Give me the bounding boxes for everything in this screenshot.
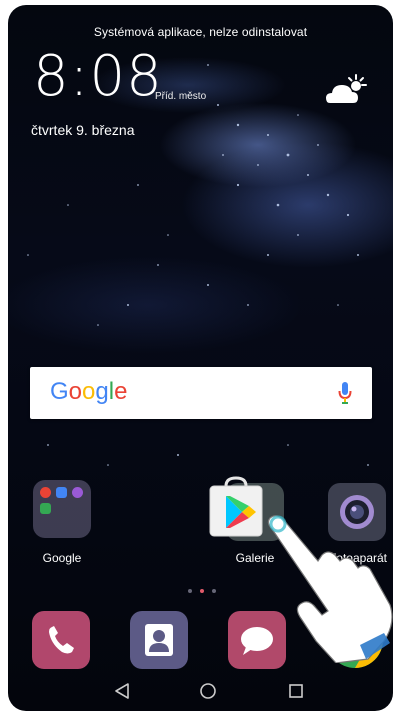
home-screen: Systémová aplikace, nelze odinstalovat 8…	[8, 5, 393, 711]
phone-icon[interactable]	[32, 611, 90, 669]
navigation-bar	[8, 671, 393, 711]
duo-mini-icon	[72, 487, 83, 498]
partly-cloudy-icon[interactable]	[324, 73, 370, 107]
contacts-icon[interactable]	[130, 611, 188, 669]
docs-mini-icon	[56, 487, 67, 498]
recents-icon[interactable]	[286, 681, 306, 701]
back-icon[interactable]	[112, 681, 132, 701]
handset-glyph	[49, 626, 74, 654]
app-label-google: Google	[42, 551, 82, 565]
home-icon[interactable]	[198, 681, 218, 701]
pointing-hand-icon	[267, 515, 393, 663]
toast-message: Systémová aplikace, nelze odinstalovat	[93, 25, 308, 39]
hangouts-mini-icon	[40, 503, 51, 514]
date-label[interactable]: čtvrtek 9. března	[31, 122, 135, 138]
clock-caption: Příd. město	[155, 91, 207, 102]
person-glyph	[145, 624, 173, 656]
page-indicator-active	[200, 589, 204, 593]
google-folder-icon[interactable]	[33, 480, 91, 538]
mic-icon[interactable]	[338, 381, 352, 405]
google-logo: Google	[50, 378, 128, 405]
google-search-bar[interactable]: Google	[30, 367, 372, 419]
page-indicator	[188, 589, 192, 593]
gmail-mini-icon	[40, 487, 51, 498]
clock-time[interactable]: 8:08	[33, 49, 163, 105]
page-indicator	[212, 589, 216, 593]
